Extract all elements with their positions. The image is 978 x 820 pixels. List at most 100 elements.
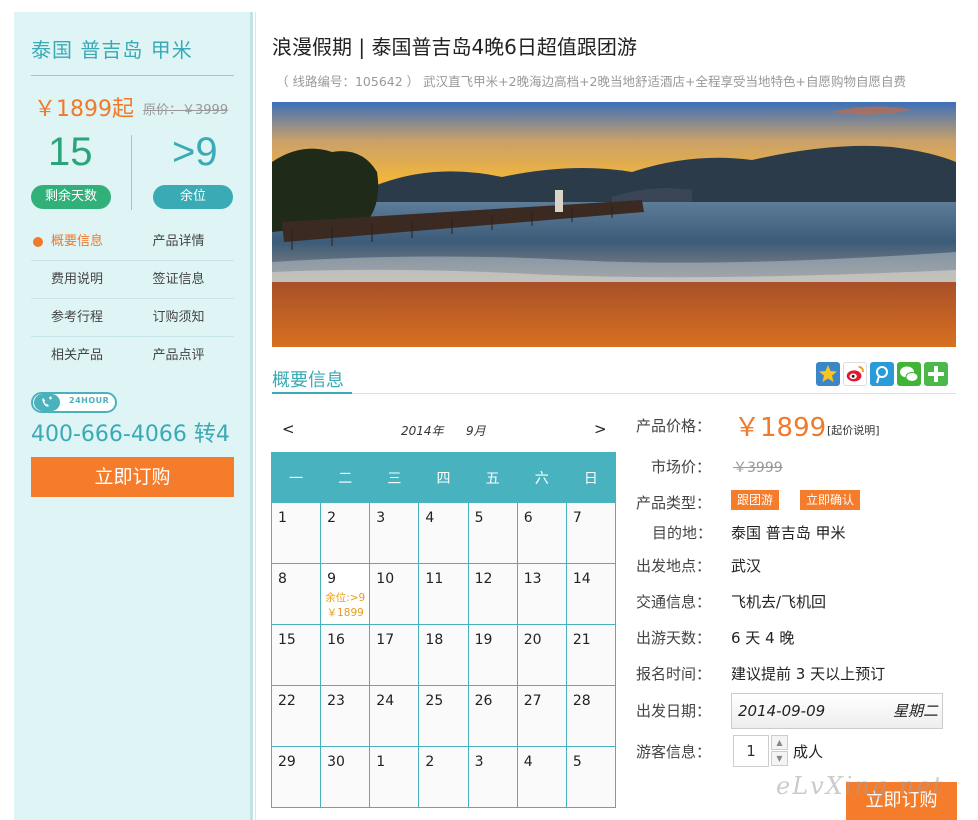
nav-product-details[interactable]: 产品详情 (133, 223, 235, 260)
date-label: 出发日期： (636, 702, 712, 720)
weekday-header: 日 (565, 452, 617, 503)
calendar-day: 8 (270, 563, 322, 625)
nav-label: 参考行程 (51, 310, 104, 325)
calendar-day: 1 (369, 746, 420, 808)
calendar-day: 29 (270, 746, 322, 808)
destination-title: 泰国 普吉岛 甲米 (31, 38, 193, 62)
quantity-down-icon[interactable]: ▼ (771, 751, 788, 766)
departure-date-select[interactable]: 2014-09-09 星期二 (731, 693, 943, 729)
weekday-header: 三 (369, 452, 420, 503)
weekday-header: 五 (467, 452, 518, 503)
calendar-day: 26 (467, 685, 518, 747)
calendar-day: 20 (516, 624, 567, 686)
weekday-header: 一 (270, 452, 322, 503)
calendar-day-available[interactable]: 9 余位:>9 ￥1899 (320, 563, 371, 625)
calendar-year: 2014年 (401, 424, 444, 438)
more-plus-icon[interactable] (924, 362, 948, 386)
section-underline (272, 392, 352, 394)
transport-label: 交通信息： (636, 593, 712, 611)
book-now-button[interactable]: 立即订购 (31, 457, 234, 497)
calendar-day: 4 (418, 502, 469, 564)
calendar-day-price: ￥1899 (326, 607, 364, 619)
seats-left-badge: 余位 (153, 185, 233, 209)
calendar-day: 11 (418, 563, 469, 625)
nav-itinerary[interactable]: 参考行程 (31, 299, 133, 336)
nav-label: 订购须知 (152, 310, 205, 325)
days-left-badge: 剩余天数 (31, 185, 111, 209)
sidebar-price: ￥1899起 (34, 97, 134, 122)
calendar-day: 27 (516, 685, 567, 747)
transport-value: 飞机去/飞机回 (731, 593, 827, 611)
dest-label: 目的地： (652, 524, 713, 542)
calendar-next-button[interactable]: > (594, 420, 607, 438)
calendar-day: 28 (565, 685, 617, 747)
weibo-icon[interactable] (843, 362, 867, 386)
calendar-day: 22 (270, 685, 322, 747)
divider (31, 75, 234, 76)
quantity-up-icon[interactable]: ▲ (771, 735, 788, 750)
calendar-day: 5 (565, 746, 617, 808)
departure-date-value: 2014-09-09 (738, 702, 826, 720)
departure-weekday: 星期二 (892, 702, 938, 720)
weekday-header: 四 (418, 452, 469, 503)
calendar-week: 1 2 3 4 5 6 7 (270, 502, 617, 564)
section-title-overview: 概要信息 (272, 370, 344, 391)
calendar-month: 9月 (466, 424, 486, 438)
nav-visa[interactable]: 签证信息 (133, 261, 235, 298)
calendar-prev-button[interactable]: < (282, 420, 295, 438)
active-dot-icon (33, 237, 43, 247)
sidebar-original-price: 原价：￥3999 (143, 103, 229, 118)
tencent-weibo-icon[interactable] (870, 362, 894, 386)
weekday-header: 二 (320, 452, 371, 503)
calendar-day: 5 (467, 502, 518, 564)
sidebar-nav: 概要信息 产品详情 费用说明 签证信息 参考行程 订购须知 相关产品 产品点评 (31, 223, 234, 375)
tag-group-tour: 跟团游 (731, 490, 780, 510)
watermark: eLvXing.net (776, 772, 945, 800)
product-title: 浪漫假期 | 泰国普吉岛4晚6日超值跟团游 (272, 35, 637, 59)
calendar-day: 30 (320, 746, 371, 808)
nav-fees[interactable]: 费用说明 (31, 261, 133, 298)
calendar-day: 23 (320, 685, 371, 747)
days-left-count: 15 (48, 130, 93, 174)
nav-overview[interactable]: 概要信息 (31, 223, 133, 260)
hero-image (272, 102, 956, 347)
adult-quantity-input[interactable]: 1 (733, 735, 769, 767)
hotline-24-label: 24HOUR (69, 396, 110, 405)
type-label: 产品类型： (636, 494, 712, 512)
hotline-number: 400-666-4066 转4 (31, 422, 230, 447)
calendar-week: 15 16 17 18 19 20 21 (270, 624, 617, 686)
sidebar-edge (250, 12, 253, 820)
calendar-seats: 余位:>9 (325, 592, 366, 604)
nav-label: 产品详情 (152, 234, 205, 249)
phone-icon (34, 394, 60, 411)
market-price: ￥3999 (733, 460, 783, 476)
calendar-day: 13 (516, 563, 567, 625)
calendar-day: 2 (320, 502, 371, 564)
calendar-day: 10 (369, 563, 420, 625)
nav-label: 概要信息 (51, 234, 104, 249)
nav-label: 产品点评 (152, 348, 205, 363)
calendar-weekday-row: 一 二 三 四 五 六 日 (270, 452, 617, 503)
nav-label: 相关产品 (51, 348, 104, 363)
calendar-day: 4 (516, 746, 567, 808)
calendar-day: 3 (467, 746, 518, 808)
calendar-week: 8 9 余位:>9 ￥1899 10 11 12 13 14 (270, 563, 617, 625)
price-note-link[interactable]: [起价说明] (827, 422, 880, 438)
calendar-day: 16 (320, 624, 371, 686)
calendar-day-number: 9 (327, 571, 337, 587)
adult-unit-label: 成人 (793, 743, 824, 761)
seats-left-count: >9 (172, 130, 218, 174)
calendar-day: 14 (565, 563, 617, 625)
nav-row: 相关产品 产品点评 (31, 337, 234, 375)
nav-booking-notice[interactable]: 订购须知 (133, 299, 235, 336)
stat-divider (131, 135, 132, 210)
nav-reviews[interactable]: 产品点评 (133, 337, 235, 375)
depart-value: 武汉 (731, 557, 762, 575)
qzone-star-icon[interactable] (816, 362, 840, 386)
section-rule (272, 393, 956, 394)
wechat-icon[interactable] (897, 362, 921, 386)
nav-related[interactable]: 相关产品 (31, 337, 133, 375)
calendar-day: 19 (467, 624, 518, 686)
tag-instant-confirm: 立即确认 (800, 490, 861, 510)
calendar-day: 25 (418, 685, 469, 747)
